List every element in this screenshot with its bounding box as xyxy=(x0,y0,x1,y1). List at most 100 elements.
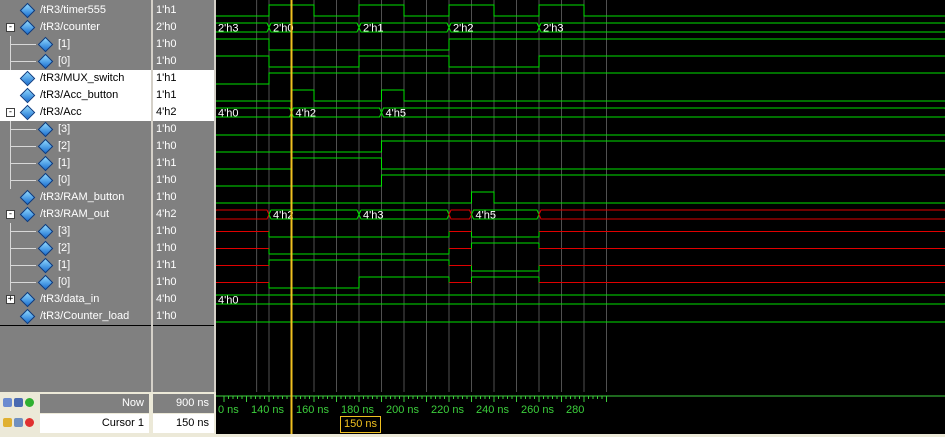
zoom-icon[interactable] xyxy=(3,398,12,407)
signal-value: 1'h0 xyxy=(153,172,214,189)
bus-value-label: 4'h0 xyxy=(218,108,238,120)
signal-name: [1] xyxy=(58,36,70,53)
bus-value-label: 4'h5 xyxy=(476,210,496,222)
bus-value-label: 2'h3 xyxy=(218,23,238,35)
tree-line xyxy=(10,146,36,147)
cursor-label[interactable]: Cursor 1 xyxy=(40,414,149,433)
signal-trace xyxy=(216,141,945,152)
signal-value: 1'h1 xyxy=(153,155,214,172)
bus-segment xyxy=(216,295,945,304)
signal-value: 1'h1 xyxy=(153,87,214,104)
signal-row[interactable]: [2] xyxy=(0,138,151,155)
signal-row[interactable]: - /tR3/Acc xyxy=(0,104,151,121)
bus-value-label: 2'h1 xyxy=(363,23,383,35)
signal-diamond-icon xyxy=(38,275,54,291)
signal-name: /tR3/Acc_button xyxy=(40,87,118,104)
signal-name: [3] xyxy=(58,121,70,138)
signal-name: /tR3/counter xyxy=(40,19,100,36)
signal-value: 1'h0 xyxy=(153,189,214,206)
collapse-icon[interactable]: - xyxy=(6,23,15,32)
signal-name: [3] xyxy=(58,223,70,240)
tree-line xyxy=(10,163,36,164)
signal-row[interactable]: - /tR3/counter xyxy=(0,19,151,36)
signal-diamond-icon xyxy=(20,190,36,206)
signal-value: 2'h0 xyxy=(153,19,214,36)
signal-trace xyxy=(216,5,945,16)
delete-cursor-icon[interactable] xyxy=(25,418,34,427)
signal-diamond-icon xyxy=(38,224,54,240)
signal-row[interactable]: [2] xyxy=(0,240,151,257)
signal-row[interactable]: [1] xyxy=(0,36,151,53)
edit-cursor-icon[interactable] xyxy=(14,418,23,427)
signal-diamond-icon xyxy=(38,122,54,138)
tree-line xyxy=(10,61,36,62)
expand-icon[interactable]: + xyxy=(6,295,15,304)
bus-segment xyxy=(216,210,269,219)
tree-line xyxy=(10,265,36,266)
signal-row[interactable]: [0] xyxy=(0,172,151,189)
signal-name: [0] xyxy=(58,172,70,189)
signal-name: [0] xyxy=(58,274,70,291)
signal-row[interactable]: /tR3/Counter_load xyxy=(0,308,151,325)
tree-line xyxy=(10,129,36,130)
signal-row[interactable]: /tR3/MUX_switch xyxy=(0,70,151,87)
tree-line xyxy=(10,282,36,283)
signal-name: /tR3/Acc xyxy=(40,104,82,121)
add-cursor-icon[interactable] xyxy=(25,398,34,407)
bus-value-label: 4'h2 xyxy=(273,210,293,222)
signal-name: /tR3/data_in xyxy=(40,291,99,308)
signal-name: [2] xyxy=(58,138,70,155)
signal-value: 1'h0 xyxy=(153,240,214,257)
signal-name: /tR3/Counter_load xyxy=(40,308,129,325)
cursor-value: 150 ns xyxy=(153,414,214,433)
collapse-icon[interactable]: - xyxy=(6,210,15,219)
signal-trace xyxy=(216,192,945,203)
signal-diamond-icon xyxy=(38,156,54,172)
signal-trace xyxy=(216,39,945,50)
signal-diamond-icon xyxy=(20,292,36,308)
signal-row[interactable]: /tR3/RAM_button xyxy=(0,189,151,206)
signal-row[interactable]: [0] xyxy=(0,53,151,70)
tree-line xyxy=(10,180,36,181)
ruler-tick-label: 180 ns xyxy=(341,404,375,416)
signal-row[interactable]: [0] xyxy=(0,274,151,291)
signal-value-pane: 1'h12'h01'h01'h01'h11'h14'h21'h01'h01'h1… xyxy=(153,0,214,392)
bus-segment xyxy=(382,108,945,117)
now-label: Now xyxy=(40,394,149,413)
lock-icon[interactable] xyxy=(3,418,12,427)
signal-name: /tR3/MUX_switch xyxy=(40,70,124,87)
signal-value: 4'h2 xyxy=(153,206,214,223)
signal-value: 4'h2 xyxy=(153,104,214,121)
signal-diamond-icon xyxy=(20,71,36,87)
cursor-time-marker[interactable]: 150 ns xyxy=(340,416,381,433)
status-bar: Now 900 ns Cursor 1 150 ns 0 ns140 ns160… xyxy=(0,392,945,434)
signal-value: 1'h0 xyxy=(153,274,214,291)
monitor-icon[interactable] xyxy=(14,398,23,407)
bus-value-label: 4'h2 xyxy=(296,108,316,120)
signal-trace xyxy=(216,56,945,67)
ruler-tick-label: 0 ns xyxy=(218,404,239,416)
signal-diamond-icon xyxy=(38,258,54,274)
signal-row[interactable]: + /tR3/data_in xyxy=(0,291,151,308)
ruler-tick-label: 200 ns xyxy=(386,404,420,416)
time-ruler[interactable]: 0 ns140 ns160 ns180 ns200 ns220 ns240 ns… xyxy=(216,392,945,434)
signal-row[interactable]: [3] xyxy=(0,121,151,138)
bus-segment xyxy=(539,23,945,32)
signal-row[interactable]: /tR3/Acc_button xyxy=(0,87,151,104)
signal-row[interactable]: -/tR3/RAM_out xyxy=(0,206,151,223)
signal-row[interactable]: [3] xyxy=(0,223,151,240)
ruler-tick-label: 160 ns xyxy=(296,404,330,416)
signal-name: /tR3/RAM_button xyxy=(40,189,124,206)
signal-row[interactable]: [1] xyxy=(0,155,151,172)
signal-diamond-icon xyxy=(38,54,54,70)
signal-row[interactable]: [1] xyxy=(0,257,151,274)
bus-value-label: 2'h0 xyxy=(273,23,293,35)
now-value: 900 ns xyxy=(153,394,214,413)
signal-value: 1'h0 xyxy=(153,223,214,240)
bus-value-label: 4'h0 xyxy=(218,295,238,307)
signal-name: [2] xyxy=(58,240,70,257)
ruler-tick-label: 260 ns xyxy=(521,404,555,416)
waveform-pane[interactable]: 2'h32'h02'h12'h22'h34'h04'h24'h54'h24'h3… xyxy=(216,0,945,392)
signal-row[interactable]: /tR3/timer555 xyxy=(0,2,151,19)
collapse-icon[interactable]: - xyxy=(6,108,15,117)
